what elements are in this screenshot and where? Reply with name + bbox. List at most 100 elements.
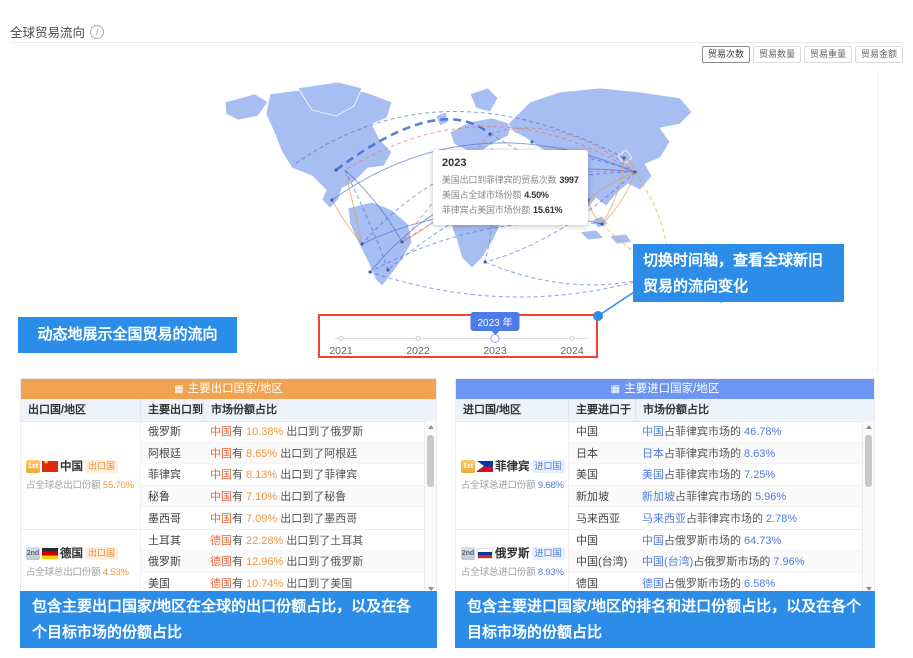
share-percentage: 46.78% (744, 426, 781, 438)
role-badge: 进口国 (532, 460, 565, 473)
table-row: 秘鲁中国有7.10%出口到了秘鲁 (141, 486, 424, 508)
country-cell: 2nd德国出口国占全球总出口份额 4.53% (21, 530, 141, 595)
share-source-country: 德国 (210, 578, 232, 590)
scrollbar-thumb[interactable] (427, 435, 434, 487)
share-source-country: 日本 (642, 448, 664, 460)
rank-badge: 1st (461, 460, 475, 473)
scroll-up-arrow-icon[interactable] (863, 421, 874, 433)
info-icon[interactable]: i (90, 25, 104, 39)
global-share: 占全球总进口份额 8.93% (461, 564, 568, 578)
global-share-value: 9.68% (538, 480, 564, 491)
share-percentage: 6.58% (744, 578, 775, 590)
annotation-export-table: 包含主要出口国家/地区在全球的出口份额占比，以及在各个目标市场的份额占比 (20, 591, 437, 648)
share-mid-text: 有 (232, 578, 243, 590)
share-mid-text: 有 (232, 448, 243, 460)
country-cell: 1st菲律宾进口国占全球总进口份额 9.68% (456, 421, 569, 529)
scrollbar-thumb[interactable] (865, 435, 872, 487)
share-mid-text: 有 (232, 469, 243, 481)
partner-name: 俄罗斯 (141, 423, 204, 439)
cn-flag-icon (42, 461, 58, 472)
timeline-handle-tooltip: 2023 年 (470, 312, 519, 331)
timeline-year-label[interactable]: 2021 (329, 345, 352, 357)
table-row: 新加坡新加坡占菲律宾市场的5.96% (569, 486, 862, 508)
country-group: 2nd俄罗斯进口国占全球总进口份额 8.93%中国中国占俄罗斯市场的64.73%… (456, 530, 862, 596)
timeline-track[interactable] (335, 338, 588, 339)
rank-badge: 1st (26, 460, 40, 473)
scroll-up-arrow-icon[interactable] (425, 421, 436, 433)
share-percentage: 5.96% (755, 491, 786, 503)
partner-rows: 俄罗斯中国有10.38%出口到了俄罗斯阿根廷中国有8.65%出口到了阿根廷菲律宾… (141, 421, 424, 529)
role-badge: 出口国 (85, 547, 118, 560)
trade-metric-button-3[interactable]: 贸易金额 (855, 46, 903, 63)
timeline-tick[interactable] (339, 336, 344, 341)
share-source-country: 中国 (642, 426, 664, 438)
partner-rows: 土耳其德国有22.28%出口到了土耳其俄罗斯德国有12.96%出口到了俄罗斯美国… (141, 530, 424, 595)
share-percentage: 8.65% (246, 448, 277, 460)
partner-name: 中国(台湾) (569, 553, 636, 569)
share-source-country: 中国 (642, 535, 664, 547)
share-mid-text: 占俄罗斯市场的 (693, 556, 770, 568)
tooltip-row: 美国占全球市场份额4.50% (442, 188, 579, 203)
ru-flag-icon (477, 548, 493, 559)
country-group: 1st中国出口国占全球总出口份额 55.70%俄罗斯中国有10.38%出口到了俄… (21, 421, 424, 530)
trade-metric-button-1[interactable]: 贸易数量 (753, 46, 801, 63)
market-share-text: 新加坡占菲律宾市场的5.96% (636, 488, 862, 504)
market-share-text: 中国占菲律宾市场的46.78% (636, 423, 862, 439)
page-title: 全球贸易流向 i (10, 22, 104, 41)
scrollbar (424, 421, 436, 595)
market-share-text: 德国占俄罗斯市场的6.58% (636, 575, 862, 591)
partner-name: 墨西哥 (141, 510, 204, 526)
partner-name: 德国 (569, 575, 636, 591)
country-cell-main: 1st中国出口国 (26, 458, 140, 474)
table-row: 中国中国占俄罗斯市场的64.73% (569, 530, 862, 552)
share-tail-text: 出口到了土耳其 (286, 535, 363, 547)
country-cell-main: 2nd俄罗斯进口国 (461, 545, 568, 561)
table-row: 墨西哥中国有7.09%出口到了墨西哥 (141, 507, 424, 529)
timeline-handle[interactable] (491, 334, 500, 343)
partner-rows: 中国中国占俄罗斯市场的64.73%中国(台湾)中国(台湾)占俄罗斯市场的7.96… (569, 530, 862, 595)
share-percentage: 2.78% (766, 513, 797, 525)
table-row: 马来西亚马来西亚占菲律宾市场的2.78% (569, 507, 862, 529)
share-tail-text: 出口到了阿根廷 (280, 448, 357, 460)
trade-flow-page: 全球贸易流向 i 贸易次数贸易数量贸易重量贸易金额 (0, 0, 913, 658)
timeline-year-label[interactable]: 2022 (406, 345, 429, 357)
table-row: 美国美国占菲律宾市场的7.25% (569, 464, 862, 486)
market-share-text: 美国占菲律宾市场的7.25% (636, 466, 862, 482)
trade-metric-button-2[interactable]: 贸易重量 (804, 46, 852, 63)
column-header: 出口国/地区 (21, 399, 141, 421)
share-tail-text: 出口到了菲律宾 (280, 469, 357, 481)
partner-rows: 中国中国占菲律宾市场的46.78% 日本日本占菲律宾市场的8.63% 美国美国占菲律… (569, 421, 862, 529)
country-cell-main: 1st菲律宾进口国 (461, 458, 568, 474)
role-badge: 出口国 (85, 460, 118, 473)
market-share-text: 德国有22.28%出口到了土耳其 (204, 532, 424, 548)
role-badge: 进口国 (532, 547, 565, 560)
market-share-text: 马来西亚占菲律宾市场的2.78% (636, 510, 862, 526)
export-table: ▦主要出口国家/地区出口国/地区主要出口到市场份额占比1st中国出口国占全球总出… (20, 378, 437, 596)
share-source-country: 新加坡 (642, 491, 675, 503)
share-percentage: 12.96% (246, 556, 283, 568)
table-grid-icon: ▦ (611, 384, 620, 395)
partner-name: 阿根廷 (141, 445, 204, 461)
market-share-text: 日本占菲律宾市场的8.63% (636, 445, 862, 461)
trade-metric-button-0[interactable]: 贸易次数 (702, 46, 750, 63)
table-row: 菲律宾中国有8.13%出口到了菲律宾 (141, 464, 424, 486)
share-percentage: 7.10% (246, 491, 277, 503)
share-tail-text: 出口到了俄罗斯 (286, 556, 363, 568)
partner-name: 土耳其 (141, 532, 204, 548)
timeline-year-label[interactable]: 2023 (483, 345, 506, 357)
table-row: 中国中国占菲律宾市场的46.78% (569, 421, 862, 443)
divider (10, 42, 903, 43)
table-header-title: 主要出口国家/地区 (188, 383, 283, 395)
partner-name: 俄罗斯 (141, 553, 204, 569)
partner-name: 中国 (569, 532, 636, 548)
timeline-tick[interactable] (416, 336, 421, 341)
country-cell: 1st中国出口国占全球总出口份额 55.70% (21, 421, 141, 529)
timeline-year-label[interactable]: 2024 (560, 345, 583, 357)
table-body: 1st菲律宾进口国占全球总进口份额 9.68%中国中国占菲律宾市场的46.78%… (456, 421, 862, 595)
partner-name: 秘鲁 (141, 488, 204, 504)
timeline-tick[interactable] (570, 336, 575, 341)
market-share-text: 中国有8.13%出口到了菲律宾 (204, 466, 424, 482)
global-share-value: 4.53% (103, 567, 129, 578)
global-share: 占全球总出口份额 4.53% (26, 564, 140, 578)
share-percentage: 10.74% (246, 578, 283, 590)
